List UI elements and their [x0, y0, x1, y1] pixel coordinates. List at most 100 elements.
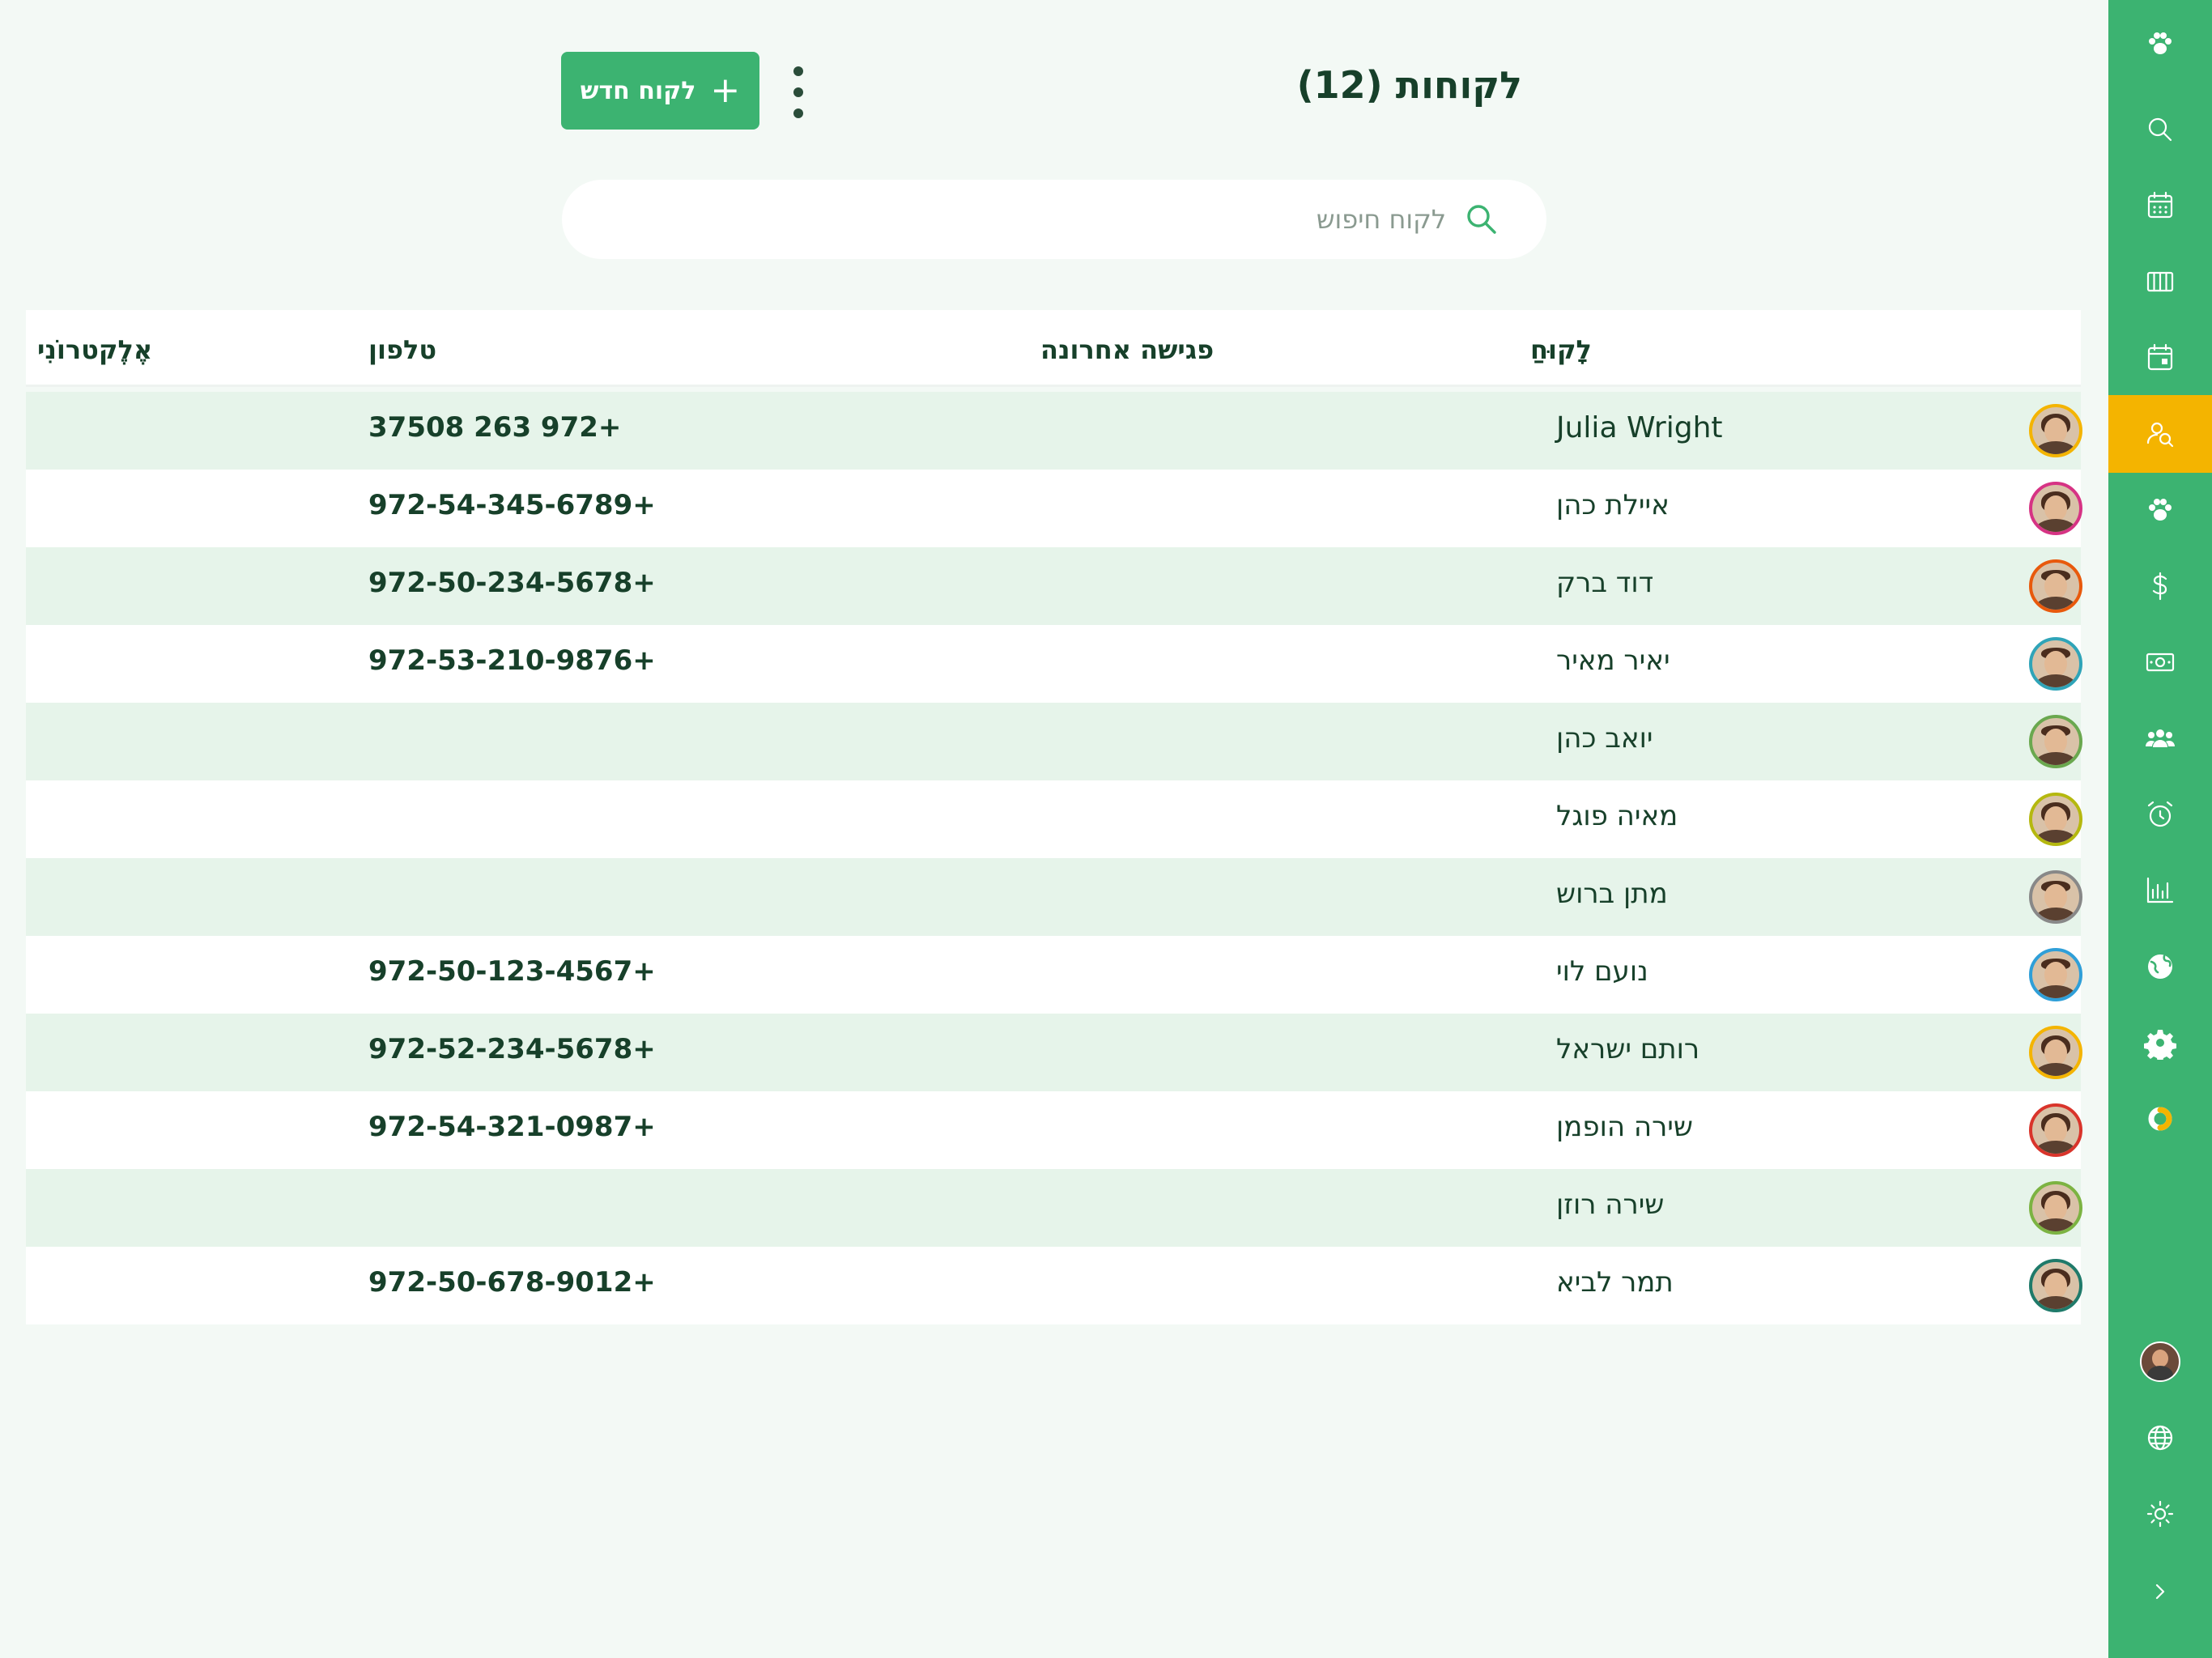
- customer-name[interactable]: יאיר מאיר: [1556, 644, 1670, 677]
- column-header-last-meeting[interactable]: פגישה אחרונה: [1040, 334, 1214, 365]
- customer-avatar: [2029, 637, 2082, 691]
- table-row[interactable]: נועם לוי 972-50-123-4567+: [26, 936, 2082, 1014]
- nav-paw-icon[interactable]: [2108, 5, 2212, 83]
- nav-settings[interactable]: [2108, 1004, 2212, 1082]
- table-row[interactable]: דוד ברק 972-50-234-5678+: [26, 547, 2082, 625]
- customer-avatar: [2029, 559, 2082, 613]
- page-title-text: לקוחות: [1395, 63, 1522, 107]
- customer-avatar: [2029, 715, 2082, 768]
- nav-team[interactable]: [2108, 699, 2212, 777]
- sun-icon: [2146, 1500, 2174, 1528]
- bar-chart-icon: [2146, 877, 2174, 903]
- column-header-customer[interactable]: לָקוּחַ: [1530, 334, 1592, 365]
- gear-icon: [2144, 1030, 2176, 1060]
- customer-avatar: [2029, 793, 2082, 846]
- customer-name[interactable]: Julia Wright: [1556, 411, 1723, 444]
- nav-customers[interactable]: [2108, 395, 2212, 473]
- profile-button[interactable]: [2108, 1323, 2212, 1401]
- language-button[interactable]: [2108, 1399, 2212, 1477]
- customer-phone[interactable]: 972-54-321-0987+: [368, 1111, 656, 1143]
- column-header-email[interactable]: אֶלֶקטרוֹנִי: [37, 334, 152, 365]
- page-title: לקוחות (12): [1053, 63, 1522, 107]
- table-row[interactable]: יואב כהן: [26, 703, 2082, 780]
- globe-filled-icon: [2148, 954, 2172, 979]
- table-row[interactable]: שירה הופמן 972-54-321-0987+: [26, 1091, 2082, 1169]
- customer-name[interactable]: מתן ברוש: [1556, 878, 1668, 910]
- customer-name[interactable]: נועם לוי: [1556, 955, 1648, 988]
- nav-pricing[interactable]: [2108, 547, 2212, 625]
- customer-avatar: [2029, 1181, 2082, 1235]
- kebab-dot: [793, 87, 803, 97]
- customer-name[interactable]: יואב כהן: [1556, 722, 1653, 755]
- alarm-icon: [2147, 801, 2173, 827]
- customer-name[interactable]: תמר לביא: [1556, 1266, 1674, 1299]
- nav-reminders[interactable]: [2108, 776, 2212, 853]
- paw-icon: [2149, 499, 2172, 521]
- search-icon: [2148, 117, 2172, 142]
- table-body: Julia Wright 37508 263 972+ איילת כהן 972-5…: [26, 392, 2082, 1324]
- nav-payments[interactable]: [2108, 623, 2212, 701]
- customer-name[interactable]: רותם ישראל: [1556, 1033, 1699, 1065]
- paw-icon: [2149, 32, 2172, 54]
- customer-count: (12): [1296, 63, 1383, 107]
- customer-name[interactable]: דוד ברק: [1556, 567, 1653, 599]
- group-icon: [2146, 729, 2175, 747]
- chevron-right-icon: [2155, 1584, 2165, 1600]
- nav-board[interactable]: [2108, 243, 2212, 321]
- nav-status[interactable]: [2108, 1080, 2212, 1158]
- columns-icon: [2146, 271, 2174, 292]
- customer-name[interactable]: מאיה פוגל: [1556, 800, 1678, 832]
- customer-avatar: [2029, 948, 2082, 1001]
- table-row[interactable]: מתן ברוש: [26, 858, 2082, 936]
- customer-avatar: [2029, 1026, 2082, 1079]
- user-search-icon: [2146, 422, 2174, 448]
- customer-name[interactable]: איילת כהן: [1556, 489, 1670, 521]
- cash-icon: [2146, 653, 2175, 672]
- customer-name[interactable]: שירה רוזן: [1556, 1188, 1664, 1221]
- dollar-icon: [2152, 572, 2167, 601]
- customer-avatar: [2029, 404, 2082, 457]
- nav-reports[interactable]: [2108, 852, 2212, 929]
- customer-phone[interactable]: 37508 263 972+: [368, 411, 621, 444]
- search-icon: [1462, 200, 1501, 239]
- plus-icon: +: [710, 70, 741, 111]
- customer-phone[interactable]: 972-50-234-5678+: [368, 567, 656, 599]
- table-row[interactable]: Julia Wright 37508 263 972+: [26, 392, 2082, 470]
- nav-website[interactable]: [2108, 928, 2212, 1005]
- table-row[interactable]: מאיה פוגל: [26, 780, 2082, 858]
- table-row[interactable]: יאיר מאיר 972-53-210-9876+: [26, 625, 2082, 703]
- new-customer-button[interactable]: + לקוח חדש: [561, 52, 759, 130]
- table-row[interactable]: שירה רוזן: [26, 1169, 2082, 1247]
- donut-icon: [2148, 1107, 2172, 1131]
- nav-appointments[interactable]: [2108, 319, 2212, 397]
- customer-phone[interactable]: 972-54-345-6789+: [368, 489, 656, 521]
- customers-table: לָקוּחַ פגישה אחרונה טלפון אֶלֶקטרוֹנִי …: [26, 310, 2082, 1324]
- search-bar: [562, 180, 1546, 259]
- language-globe-icon: [2147, 1425, 2173, 1451]
- customer-phone[interactable]: 972-50-678-9012+: [368, 1266, 656, 1299]
- column-header-phone[interactable]: טלפון: [368, 334, 436, 365]
- table-row[interactable]: תמר לביא 972-50-678-9012+: [26, 1247, 2082, 1324]
- search-input[interactable]: [878, 203, 1448, 236]
- calendar-grid-icon: [2147, 191, 2173, 219]
- table-row[interactable]: איילת כהן 972-54-345-6789+: [26, 470, 2082, 547]
- nav-pets[interactable]: [2108, 471, 2212, 549]
- customer-phone[interactable]: 972-52-234-5678+: [368, 1033, 656, 1065]
- kebab-dot: [793, 108, 803, 118]
- customer-avatar: [2029, 482, 2082, 535]
- more-options-button[interactable]: [782, 66, 815, 118]
- nav-search[interactable]: [2108, 91, 2212, 168]
- customer-avatar: [2029, 1103, 2082, 1157]
- customer-phone[interactable]: 972-50-123-4567+: [368, 955, 656, 988]
- table-header: לָקוּחַ פגישה אחרונה טלפון אֶלֶקטרוֹנִי: [26, 310, 2081, 387]
- nav-calendar[interactable]: [2108, 167, 2212, 244]
- customer-name[interactable]: שירה הופמן: [1556, 1111, 1693, 1143]
- customer-phone[interactable]: 972-53-210-9876+: [368, 644, 656, 677]
- table-row[interactable]: רותם ישראל 972-52-234-5678+: [26, 1014, 2082, 1091]
- calendar-event-icon: [2147, 343, 2173, 371]
- new-customer-label: לקוח חדש: [580, 76, 696, 105]
- collapse-sidebar-button[interactable]: [2108, 1553, 2212, 1630]
- customer-avatar: [2029, 870, 2082, 924]
- theme-toggle-button[interactable]: [2108, 1475, 2212, 1553]
- sidebar: [2108, 0, 2212, 1658]
